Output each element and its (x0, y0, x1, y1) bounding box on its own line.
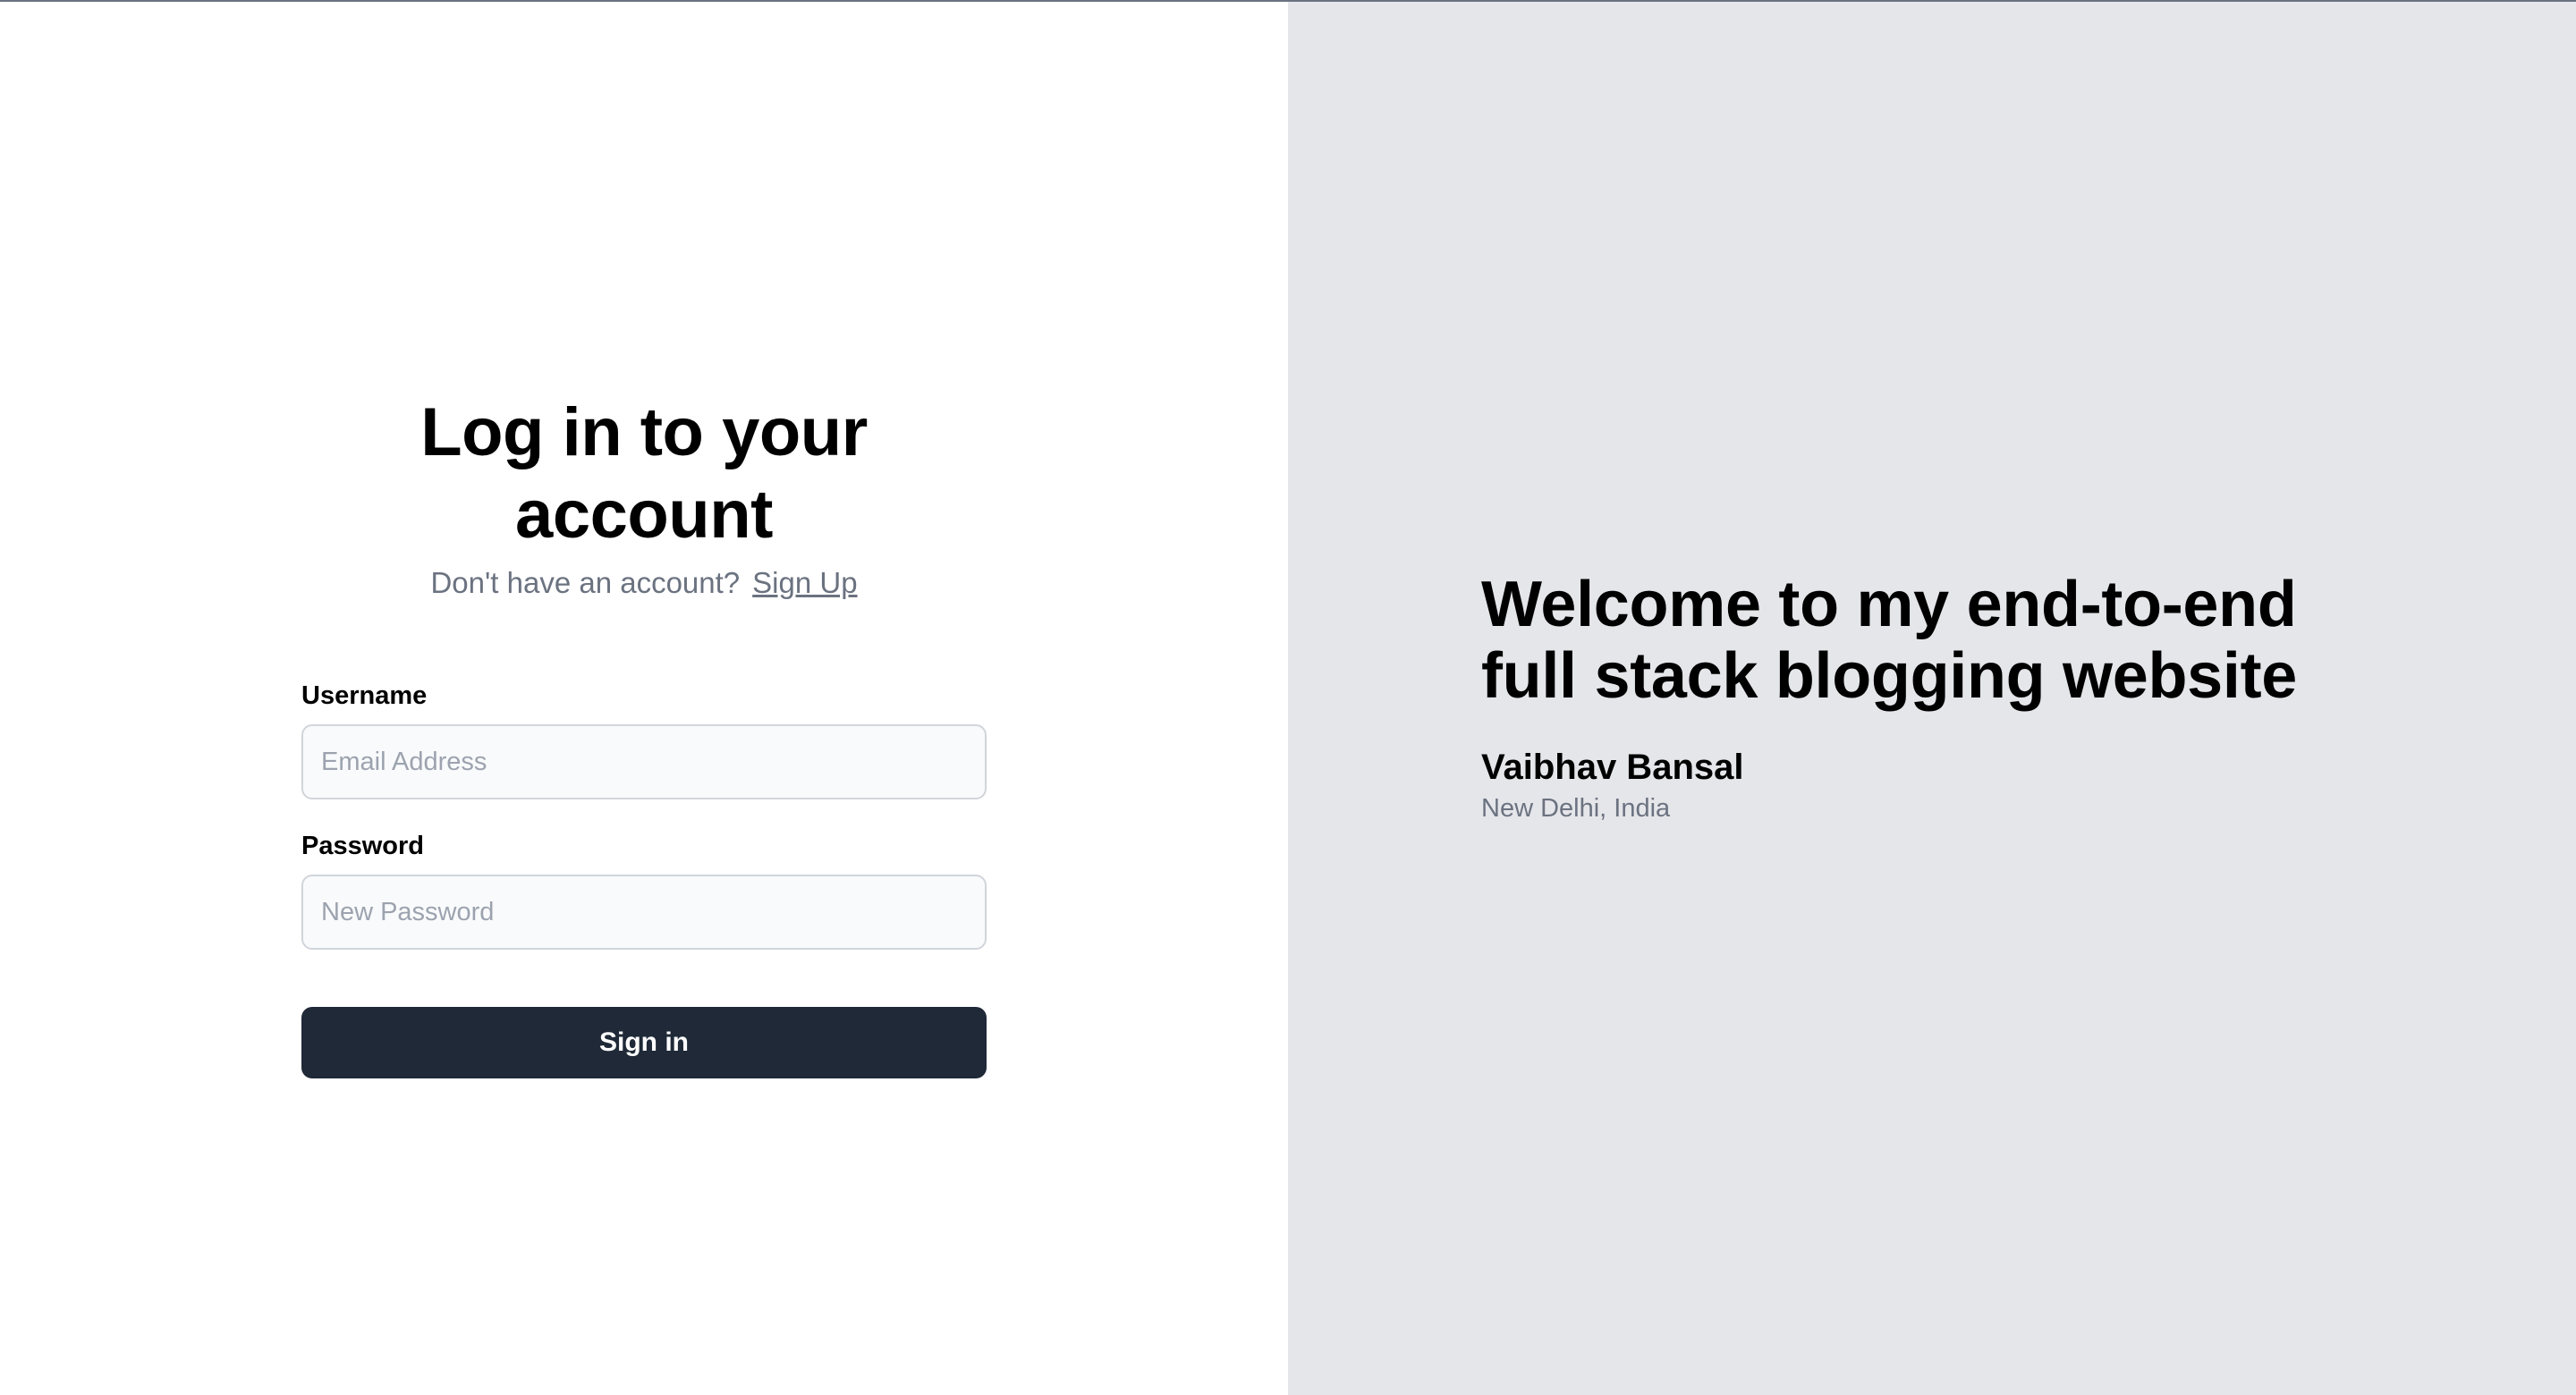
quote-block: Welcome to my end-to-end full stack blog… (1481, 569, 2376, 824)
signup-prompt: Don't have an account? Sign Up (301, 563, 987, 603)
signin-button[interactable]: Sign in (301, 1007, 987, 1078)
login-panel: Log in to your account Don't have an acc… (0, 2, 1288, 1395)
password-label: Password (301, 832, 424, 860)
signup-prompt-text: Don't have an account? (430, 566, 741, 599)
username-label: Username (301, 681, 428, 710)
quote-panel: Welcome to my end-to-end full stack blog… (1288, 2, 2576, 1395)
page: Log in to your account Don't have an acc… (0, 0, 2576, 1395)
username-input[interactable] (301, 724, 987, 799)
signup-link[interactable]: Sign Up (752, 566, 857, 599)
login-form: Log in to your account Don't have an acc… (301, 392, 987, 1078)
welcome-headline: Welcome to my end-to-end full stack blog… (1481, 569, 2298, 712)
login-title: Log in to your account (420, 394, 868, 553)
author-name: Vaibhav Bansal (1481, 748, 1744, 787)
author-location: New Delhi, India (1481, 794, 1671, 823)
password-input[interactable] (301, 875, 987, 950)
